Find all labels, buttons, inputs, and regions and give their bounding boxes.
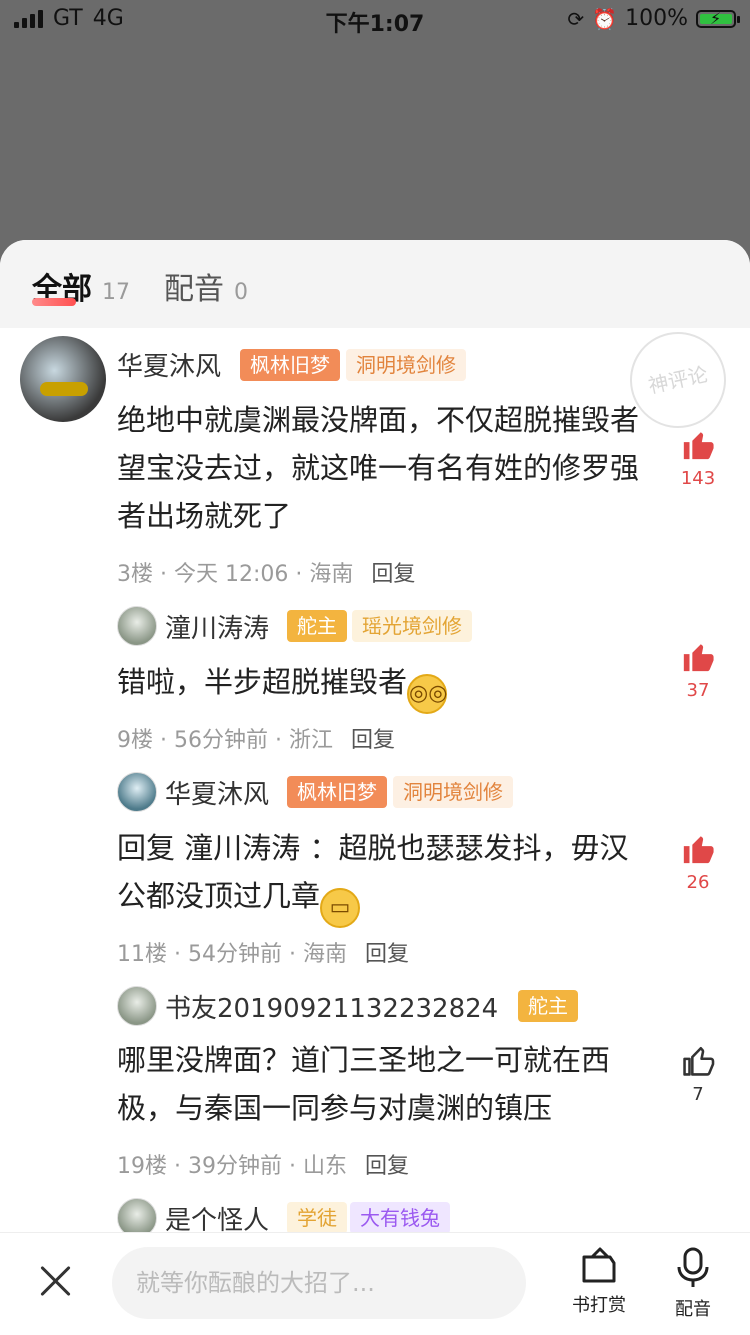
level-badge[interactable]: 洞明境剑修 bbox=[346, 349, 466, 381]
fan-badge[interactable]: 大有钱兔 bbox=[350, 1202, 450, 1234]
tab-dubbing-label: 配音 bbox=[164, 272, 224, 307]
comment-author[interactable]: 潼川涛涛 bbox=[165, 608, 269, 645]
comment-text-body: 错啦，半步超脱摧毁者 bbox=[117, 665, 408, 699]
comment-meta-info: 3楼 · 今天 12:06 · 海南 bbox=[117, 562, 354, 587]
avatar[interactable] bbox=[117, 986, 157, 1026]
dizzy-face-emoji-icon: ◎◎ bbox=[407, 674, 447, 714]
comment-meta-info: 11楼 · 54分钟前 · 海南 bbox=[117, 942, 347, 967]
comment-input-bar: 书打赏 配音 bbox=[0, 1232, 750, 1335]
comment-text: 回复 潼川涛涛 ：超脱也瑟瑟发抖，毋汉公都没顶过几章 ▭ bbox=[117, 824, 645, 928]
reward-label: 书打赏 bbox=[572, 1295, 626, 1316]
like-button[interactable]: 37 bbox=[668, 640, 728, 701]
tab-all-count: 17 bbox=[102, 280, 130, 305]
avatar[interactable] bbox=[20, 336, 106, 422]
gift-book-icon bbox=[582, 1247, 616, 1283]
level-badge[interactable]: 瑶光境剑修 bbox=[352, 610, 472, 642]
comment-meta: 9楼 · 56分钟前 · 浙江 回复 bbox=[117, 722, 395, 754]
battery-icon: ⚡ bbox=[696, 9, 740, 28]
level-badge[interactable]: 洞明境剑修 bbox=[393, 776, 513, 808]
dubbing-button[interactable]: 配音 bbox=[658, 1247, 728, 1321]
thumbs-up-icon bbox=[683, 432, 714, 460]
like-count: 26 bbox=[686, 872, 710, 893]
thumbs-up-icon bbox=[683, 644, 714, 672]
comment-input[interactable] bbox=[112, 1247, 526, 1319]
comment-text: 错啦，半步超脱摧毁者◎◎ bbox=[117, 658, 645, 714]
comment-meta: 19楼 · 39分钟前 · 山东 回复 bbox=[117, 1148, 409, 1180]
reply-mention[interactable]: 潼川涛涛 bbox=[184, 831, 300, 865]
comment-meta-info: 19楼 · 39分钟前 · 山东 bbox=[117, 1154, 347, 1179]
tab-underline bbox=[32, 298, 76, 306]
like-count: 37 bbox=[686, 680, 710, 701]
comment-author[interactable]: 书友20190921132232824 bbox=[165, 988, 498, 1025]
thumbs-up-icon bbox=[683, 836, 714, 864]
status-bar: GT 4G 下午1:07 ⟳ ⏰ 100% ⚡ bbox=[0, 0, 750, 40]
comment-meta: 11楼 · 54分钟前 · 海南 回复 bbox=[117, 936, 409, 968]
avatar[interactable] bbox=[117, 772, 157, 812]
fan-badge[interactable]: 枫林旧梦 bbox=[287, 776, 387, 808]
comment-author[interactable]: 华夏沐风 bbox=[117, 346, 221, 383]
battery-percent: 100% bbox=[625, 6, 688, 31]
reply-button[interactable]: 回复 bbox=[365, 942, 409, 967]
grinning-face-emoji-icon: ▭ bbox=[320, 888, 361, 928]
rotation-lock-icon: ⟳ bbox=[567, 6, 585, 31]
fan-badge[interactable]: 枫林旧梦 bbox=[240, 349, 340, 381]
close-icon[interactable] bbox=[38, 1263, 74, 1299]
reward-button[interactable]: 书打赏 bbox=[564, 1247, 634, 1317]
tab-dubbing-count: 0 bbox=[234, 280, 248, 305]
tab-dubbing[interactable]: 配音 0 bbox=[164, 264, 248, 308]
comment-text: 绝地中就虞渊最没牌面，不仅超脱摧毁者望宝没去过，就这唯一有名有姓的修罗强者出场就… bbox=[117, 403, 640, 533]
tab-bar: 全部 17 配音 0 bbox=[0, 240, 750, 328]
reply-button[interactable]: 回复 bbox=[365, 1154, 409, 1179]
comment-meta: 3楼 · 今天 12:06 · 海南 回复 bbox=[117, 556, 415, 588]
reply-prefix: 回复 bbox=[117, 831, 176, 865]
thumbs-up-outline-icon bbox=[683, 1046, 715, 1076]
comment-author[interactable]: 华夏沐风 bbox=[165, 774, 269, 811]
reply-button[interactable]: 回复 bbox=[371, 562, 415, 587]
like-count: 143 bbox=[680, 468, 716, 489]
alarm-icon: ⏰ bbox=[592, 6, 618, 31]
like-button[interactable]: 7 bbox=[668, 1044, 728, 1105]
role-badge[interactable]: 舵主 bbox=[518, 990, 578, 1022]
role-badge[interactable]: 学徒 bbox=[287, 1202, 347, 1234]
comment-sheet: 全部 17 配音 0 神评论 华夏沐风 枫林旧梦 洞明境剑修 绝地中就虞渊最没牌… bbox=[0, 240, 750, 1334]
microphone-icon bbox=[677, 1247, 709, 1287]
comment-meta-info: 9楼 · 56分钟前 · 浙江 bbox=[117, 728, 333, 753]
like-button[interactable]: 143 bbox=[668, 428, 728, 489]
avatar[interactable] bbox=[117, 606, 157, 646]
dubbing-label: 配音 bbox=[675, 1299, 711, 1320]
like-button[interactable]: 26 bbox=[668, 832, 728, 893]
comment-text: 哪里没牌面？道门三圣地之一可就在西极，与秦国一同参与对虞渊的镇压 bbox=[117, 1043, 611, 1125]
role-badge[interactable]: 舵主 bbox=[287, 610, 347, 642]
like-count: 7 bbox=[692, 1084, 704, 1105]
reply-button[interactable]: 回复 bbox=[351, 728, 395, 753]
